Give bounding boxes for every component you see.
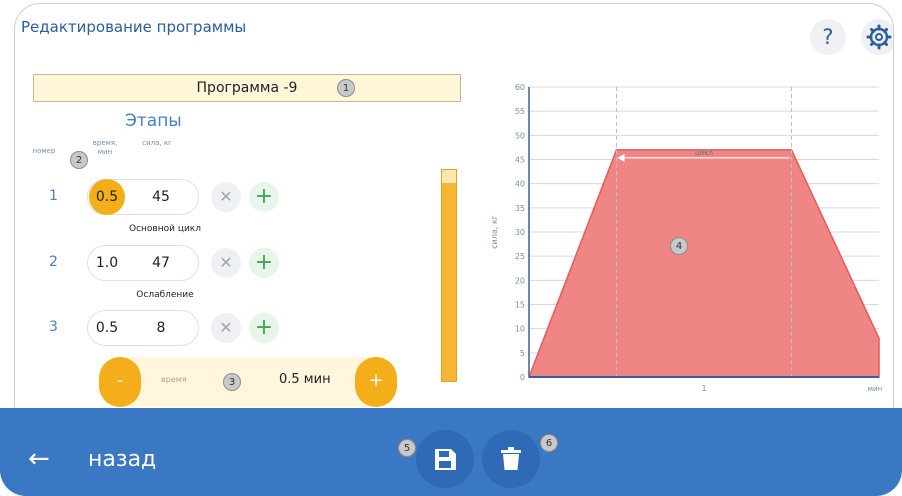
y-tick-label: 35: [515, 204, 525, 213]
x-axis-label: мин: [868, 385, 882, 393]
y-tick-label: 5: [520, 349, 525, 358]
y-tick-label: 15: [515, 301, 525, 310]
stage-time-input[interactable]: 1.0: [87, 245, 127, 281]
y-tick-label: 10: [515, 325, 525, 334]
delete-button[interactable]: [482, 430, 540, 488]
stage-time-input[interactable]: 0.5: [89, 179, 125, 215]
page-title: Редактирование программы: [21, 18, 247, 36]
level-indicator-empty: [442, 170, 456, 183]
stages-title: Этапы: [125, 111, 182, 131]
y-tick-label: 20: [515, 276, 525, 285]
y-tick-label: 40: [515, 180, 525, 189]
stage-time-input[interactable]: 0.5: [87, 310, 127, 346]
level-indicator: [441, 169, 457, 382]
remove-stage-button[interactable]: ✕: [211, 182, 241, 212]
stage-force-input[interactable]: 45: [141, 179, 181, 215]
stage-number: 3: [49, 319, 58, 335]
remove-stage-button[interactable]: ✕: [211, 313, 241, 343]
force-time-chart: 0 5 10 15 20 25 30 35 40 45 50 55 60 цикл 1 мин сила, кг: [490, 83, 882, 393]
trash-icon: [501, 447, 521, 470]
col-header-num: номер: [32, 147, 56, 155]
program-editor-card: Редактирование программы ? Программа -9 …: [14, 3, 894, 431]
increment-button[interactable]: +: [355, 357, 397, 407]
marker-4: 4: [670, 237, 688, 255]
decrement-button[interactable]: -: [99, 357, 141, 407]
marker-2: 2: [70, 151, 88, 169]
col-header-time: время, мин: [92, 139, 118, 156]
add-stage-button[interactable]: +: [249, 182, 279, 212]
stepper-value: 0.5 мин: [279, 372, 331, 387]
col-header-force: сила, кг: [142, 139, 172, 147]
add-stage-button[interactable]: +: [249, 248, 279, 278]
y-tick-label: 50: [515, 131, 525, 140]
gear-icon: [866, 24, 892, 50]
stage-number: 2: [49, 254, 58, 270]
stage-label: Ослабление: [136, 290, 194, 300]
cycle-label: цикл: [695, 149, 713, 157]
stage-force-input[interactable]: 47: [141, 245, 181, 281]
marker-1: 1: [337, 79, 355, 97]
y-tick-label: 0: [520, 373, 525, 382]
program-name: Программа -9: [196, 80, 298, 96]
save-button[interactable]: [416, 430, 474, 488]
stage-force-input[interactable]: 8: [141, 310, 181, 346]
y-tick-label: 30: [515, 228, 525, 237]
x-tick-label: 1: [701, 384, 706, 393]
remove-stage-button[interactable]: ✕: [211, 248, 241, 278]
save-icon: [435, 449, 456, 470]
stage-label: Основной цикл: [129, 224, 201, 234]
back-arrow-icon[interactable]: ←: [28, 444, 50, 474]
y-tick-label: 55: [515, 107, 525, 116]
y-tick-label: 25: [515, 252, 525, 261]
program-name-field[interactable]: Программа -9: [33, 74, 461, 102]
help-button[interactable]: ?: [810, 19, 846, 55]
stepper-background: [119, 357, 379, 407]
time-stepper: - время 3 0.5 мин +: [99, 353, 399, 411]
back-button[interactable]: назад: [88, 447, 156, 472]
settings-button[interactable]: [861, 19, 893, 55]
marker-3: 3: [223, 373, 241, 391]
add-stage-button[interactable]: +: [249, 313, 279, 343]
marker-6: 6: [540, 434, 558, 452]
y-tick-label: 45: [515, 156, 525, 165]
y-tick-label: 60: [515, 83, 525, 92]
marker-5: 5: [398, 439, 416, 457]
stage-number: 1: [49, 188, 58, 204]
stepper-label: время: [161, 375, 187, 384]
y-axis-label: сила, кг: [490, 215, 499, 249]
